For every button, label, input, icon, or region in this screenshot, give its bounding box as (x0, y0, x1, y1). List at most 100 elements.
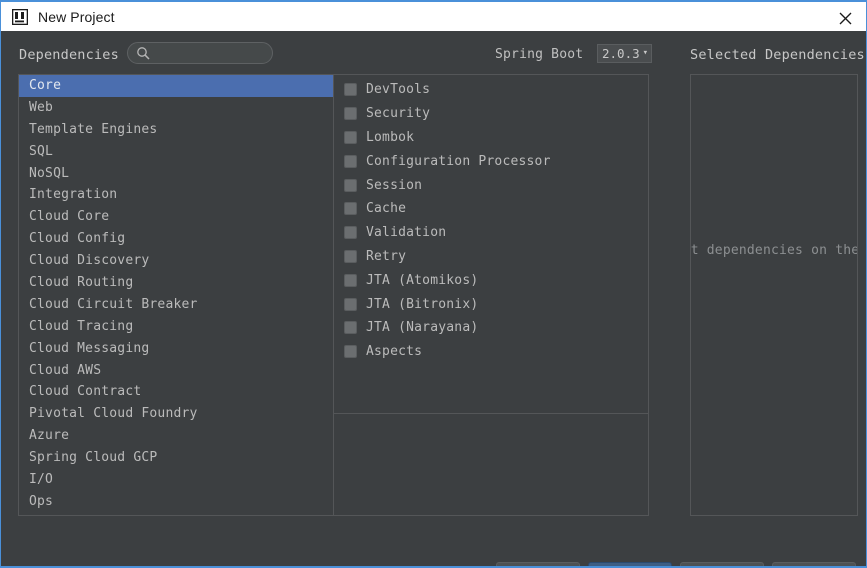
module-item-label: Security (366, 106, 431, 122)
category-item[interactable]: I/O (19, 469, 333, 491)
module-item[interactable]: DevTools (334, 78, 648, 102)
previous-button[interactable]: Previous (496, 562, 580, 566)
module-item[interactable]: JTA (Bitronix) (334, 292, 648, 316)
module-panel: DevTools Security Lombok Configuration Proc… (334, 74, 649, 516)
checkbox-icon[interactable] (344, 83, 357, 97)
module-item-label: DevTools (366, 82, 431, 98)
module-item-label: JTA (Atomikos) (366, 272, 479, 288)
checkbox-icon[interactable] (344, 202, 357, 216)
cancel-button[interactable]: Cancel (680, 562, 764, 566)
search-icon (137, 47, 150, 60)
module-item[interactable]: Retry (334, 245, 648, 269)
category-item-label: Web (29, 99, 54, 115)
category-item-label: Core (29, 78, 62, 93)
category-item[interactable]: Cloud Discovery (19, 250, 333, 272)
module-list-divider (334, 413, 648, 414)
spring-boot-version-dropdown[interactable]: 2.0.3 ▾ (597, 44, 653, 63)
help-button[interactable]: Help (772, 562, 856, 566)
module-item[interactable]: JTA (Atomikos) (334, 268, 648, 292)
category-item[interactable]: Integration (19, 184, 333, 206)
checkbox-icon[interactable] (344, 226, 357, 240)
category-item-label: Ops (29, 493, 54, 509)
category-item[interactable]: Cloud Contract (19, 381, 333, 403)
module-item[interactable]: Lombok (334, 126, 648, 150)
module-list[interactable]: DevTools Security Lombok Configuration Proc… (334, 75, 648, 364)
module-item-label: Session (366, 177, 423, 193)
title-bar: New Project (1, 0, 866, 33)
category-item[interactable]: Cloud Circuit Breaker (19, 294, 333, 316)
checkbox-icon[interactable] (344, 297, 357, 311)
close-icon[interactable] (822, 4, 866, 33)
category-item-label: Integration (29, 187, 118, 203)
category-item[interactable]: Pivotal Cloud Foundry (19, 403, 333, 425)
module-item[interactable]: Aspects (334, 340, 648, 364)
module-item-label: Lombok (366, 129, 415, 145)
new-project-dialog: New Project Dependencies Spring Boot 2.0… (0, 0, 867, 568)
module-item-label: Configuration Processor (366, 153, 551, 169)
intellij-logo-icon (12, 8, 28, 25)
category-item-label: Spring Cloud GCP (29, 450, 158, 466)
dialog-content: Dependencies Spring Boot 2.0.3 ▾ Selecte… (1, 31, 866, 566)
spring-boot-label: Spring Boot (495, 47, 584, 62)
category-item[interactable]: Spring Cloud GCP (19, 447, 333, 469)
category-item-label: I/O (29, 472, 54, 488)
category-item[interactable]: Azure (19, 425, 333, 447)
module-item-label: Retry (366, 248, 407, 264)
checkbox-icon[interactable] (344, 273, 357, 287)
category-item-label: Cloud Contract (29, 384, 142, 400)
category-item[interactable]: Cloud Core (19, 206, 333, 228)
category-item-label: SQL (29, 143, 54, 159)
checkbox-icon[interactable] (344, 178, 357, 192)
category-item[interactable]: Cloud Routing (19, 272, 333, 294)
checkbox-icon[interactable] (344, 107, 357, 121)
window-title: New Project (38, 8, 115, 25)
category-item[interactable]: Cloud AWS (19, 360, 333, 382)
checkbox-icon[interactable] (344, 321, 357, 335)
category-item-label: Cloud AWS (29, 362, 102, 378)
category-item[interactable]: NoSQL (19, 163, 333, 185)
category-item-label: Cloud Routing (29, 275, 134, 291)
selected-dependencies-hint: Select dependencies on the left (690, 243, 858, 258)
search-field[interactable] (127, 42, 273, 64)
module-item-label: Cache (366, 201, 407, 217)
chevron-down-icon: ▾ (642, 48, 649, 58)
dependencies-label: Dependencies (19, 47, 119, 63)
module-item[interactable]: Security (334, 102, 648, 126)
module-item-label: JTA (Narayana) (366, 320, 479, 336)
checkbox-icon[interactable] (344, 154, 357, 168)
category-item-label: NoSQL (29, 165, 70, 181)
category-item-label: Cloud Circuit Breaker (29, 296, 198, 312)
category-item-label: Template Engines (29, 121, 158, 137)
checkbox-icon[interactable] (344, 249, 357, 263)
selected-dependencies-panel: Select dependencies on the left (690, 74, 858, 516)
module-item[interactable]: Cache (334, 197, 648, 221)
checkbox-icon[interactable] (344, 130, 357, 144)
next-button[interactable]: Next (588, 562, 672, 566)
category-item-label: Cloud Core (29, 209, 110, 225)
category-item[interactable]: Cloud Tracing (19, 316, 333, 338)
category-item-label: Cloud Messaging (29, 340, 150, 356)
module-item[interactable]: Session (334, 173, 648, 197)
category-item-label: Cloud Tracing (29, 318, 134, 334)
category-item[interactable]: Ops (19, 491, 333, 513)
module-item[interactable]: Configuration Processor (334, 149, 648, 173)
module-item-label: Validation (366, 225, 447, 241)
category-list[interactable]: Core Web Template Engines SQL NoSQL Integrati… (19, 75, 333, 515)
category-item[interactable]: Template Engines (19, 119, 333, 141)
category-item[interactable]: Web (19, 97, 333, 119)
search-input[interactable] (154, 44, 270, 64)
category-panel: Core Web Template Engines SQL NoSQL Integrati… (18, 74, 334, 516)
category-item-label: Cloud Discovery (29, 253, 150, 269)
selected-dependencies-label: Selected Dependencies (690, 47, 865, 63)
module-item[interactable]: JTA (Narayana) (334, 316, 648, 340)
category-item[interactable]: Cloud Messaging (19, 338, 333, 360)
category-item-label: Azure (29, 428, 70, 444)
category-item-label: Pivotal Cloud Foundry (29, 406, 198, 422)
module-item-label: JTA (Bitronix) (366, 296, 479, 312)
spring-boot-version-value: 2.0.3 (602, 46, 640, 61)
category-item[interactable]: Core (19, 75, 333, 97)
checkbox-icon[interactable] (344, 345, 357, 359)
module-item[interactable]: Validation (334, 221, 648, 245)
category-item[interactable]: Cloud Config (19, 228, 333, 250)
category-item[interactable]: SQL (19, 141, 333, 163)
